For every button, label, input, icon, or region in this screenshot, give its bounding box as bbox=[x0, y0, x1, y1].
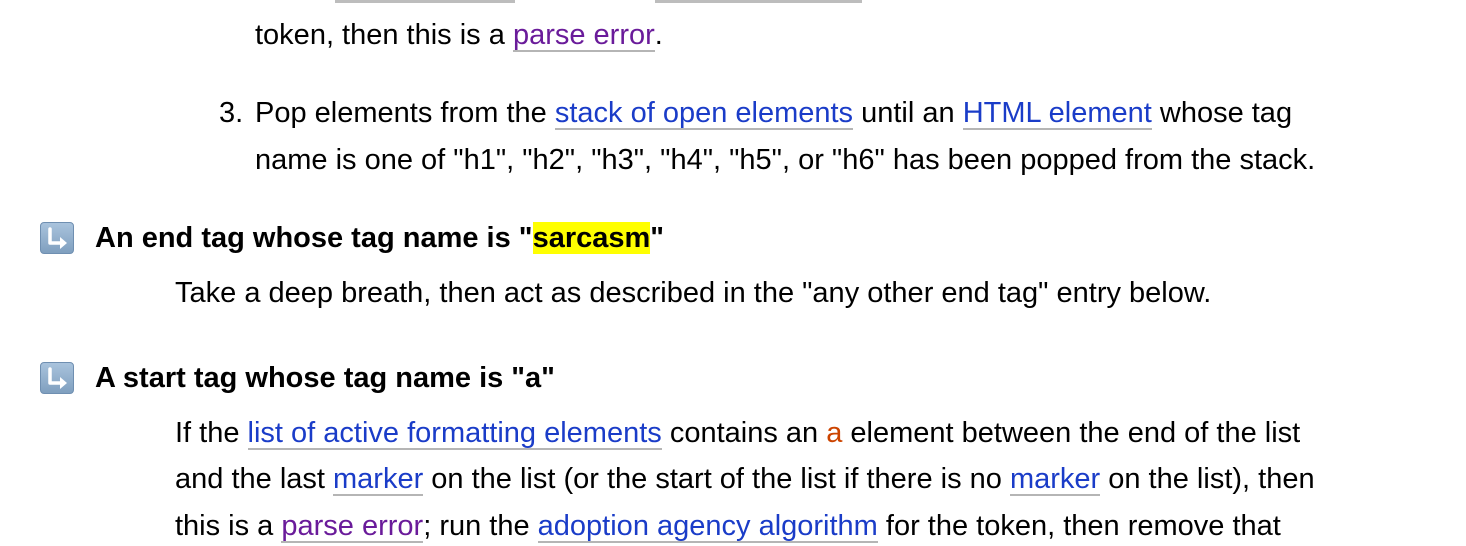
text: ; run the bbox=[423, 510, 538, 542]
text: whose tag bbox=[1151, 97, 1293, 129]
text: An end tag whose tag name is " bbox=[95, 222, 533, 254]
text: . bbox=[654, 19, 663, 51]
highlighted-term: sarcasm bbox=[532, 222, 651, 254]
text: on the list (or the start of the list if… bbox=[423, 463, 1010, 495]
a-entry-line-1: If the list of active formatting element… bbox=[175, 415, 1300, 451]
sarcasm-entry-description: Take a deep breath, then act as describe… bbox=[175, 277, 1212, 309]
list-item-3-number: 3. bbox=[219, 97, 244, 129]
a-element-code: a bbox=[826, 417, 843, 449]
text: and the last bbox=[175, 463, 333, 495]
text: element between the end of the list bbox=[842, 417, 1301, 449]
text: for the token, then remove that bbox=[877, 510, 1281, 542]
a-entry-term: A start tag whose tag name is "a" bbox=[95, 362, 555, 394]
clipped-link-underline bbox=[655, 0, 862, 3]
text: If the bbox=[175, 417, 248, 449]
stack-of-open-elements-link[interactable]: stack of open elements bbox=[554, 99, 854, 130]
text: until an bbox=[853, 97, 963, 129]
parse-error-link[interactable]: parse error bbox=[281, 512, 424, 543]
list-item-3-line-2: name is one of "h1", "h2", "h3", "h4", "… bbox=[255, 144, 1316, 176]
list-item-2-tail: token, then this is a parse error. bbox=[255, 17, 663, 53]
list-of-active-formatting-elements-link[interactable]: list of active formatting elements bbox=[247, 419, 662, 450]
text: this is a bbox=[175, 510, 282, 542]
return-arrow-icon bbox=[40, 362, 74, 394]
clipped-link-underline bbox=[335, 0, 515, 3]
marker-link[interactable]: marker bbox=[333, 465, 424, 496]
parse-error-link[interactable]: parse error bbox=[512, 21, 655, 52]
adoption-agency-algorithm-link[interactable]: adoption agency algorithm bbox=[537, 512, 878, 543]
text: Pop elements from the bbox=[255, 97, 555, 129]
html-element-link[interactable]: HTML element bbox=[962, 99, 1152, 130]
text: token, then this is a bbox=[255, 19, 513, 51]
a-entry-line-2: and the last marker on the list (or the … bbox=[175, 461, 1315, 497]
text: " bbox=[650, 222, 665, 254]
list-item-3-line-1: Pop elements from the stack of open elem… bbox=[255, 95, 1292, 131]
sarcasm-entry-term: An end tag whose tag name is "sarcasm" bbox=[95, 220, 664, 256]
text: contains an bbox=[661, 417, 827, 449]
return-arrow-icon bbox=[40, 222, 74, 254]
text: on the list), then bbox=[1100, 463, 1315, 495]
a-entry-line-3: this is a parse error; run the adoption … bbox=[175, 508, 1281, 544]
marker-link[interactable]: marker bbox=[1009, 465, 1101, 496]
